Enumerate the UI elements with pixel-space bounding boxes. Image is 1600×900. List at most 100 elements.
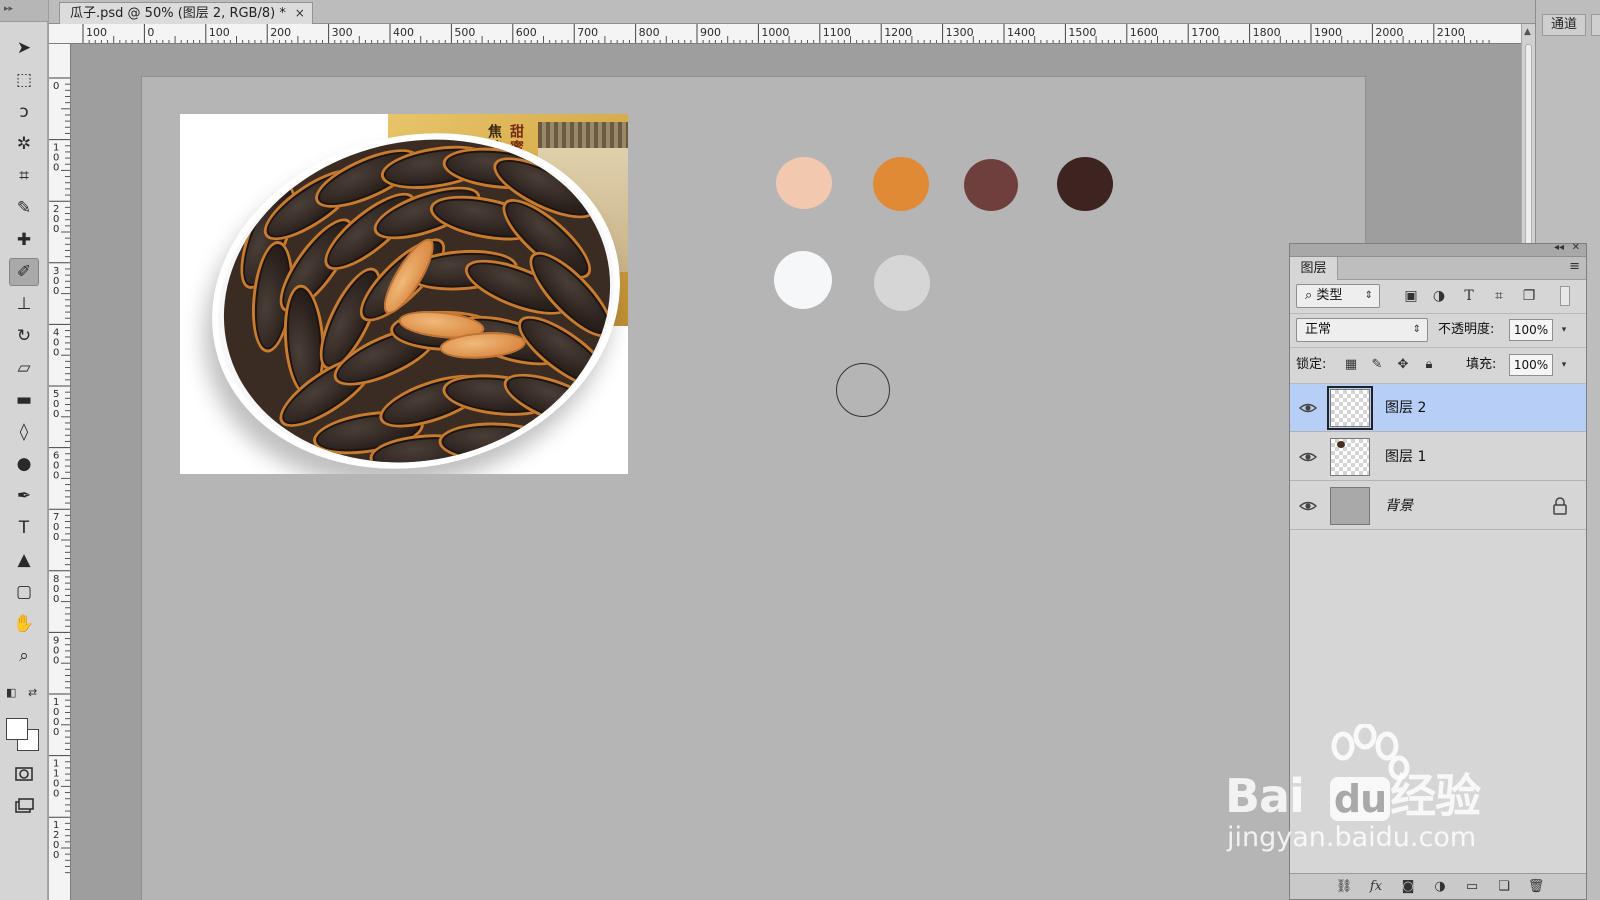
new-group-folder-icon[interactable]: ▭ <box>1462 877 1482 897</box>
layer-thumbnail[interactable] <box>1327 386 1373 430</box>
eye-icon[interactable] <box>1298 398 1318 418</box>
ruler-label: 200 <box>270 26 291 39</box>
ruler-label: 500 <box>53 389 59 420</box>
color-dot-dark-brown <box>1057 157 1113 211</box>
collapse-panel-icon[interactable]: ◂◂ <box>1554 242 1564 253</box>
blend-mode-select[interactable]: 正常 ⇕ <box>1296 318 1428 342</box>
layer-thumbnail[interactable] <box>1330 438 1370 476</box>
filter-pixel-layers-icon[interactable]: ▣ <box>1400 285 1422 307</box>
pen-tool[interactable]: ✒ <box>9 482 39 510</box>
gradient-tool[interactable]: ▬ <box>9 386 39 414</box>
quick-mask-button[interactable] <box>9 760 39 788</box>
healing-brush-tool[interactable]: ✚ <box>9 226 39 254</box>
blur-tool[interactable]: ◊ <box>9 418 39 446</box>
toolbar-grip[interactable]: ▸▸ <box>0 0 48 22</box>
new-layer-icon[interactable]: ❏ <box>1494 877 1514 897</box>
screen-mode-button[interactable] <box>9 792 39 820</box>
panel-tab-bar: 图层 ≡ <box>1290 257 1586 280</box>
layer-row-background[interactable]: 背景 <box>1290 482 1586 530</box>
fill-input[interactable]: 100% <box>1509 354 1553 376</box>
horizontal-ruler[interactable]: 100 0 100 200 300 400 500 600 700 800 900 1000 1100 1… <box>49 24 1535 44</box>
foreground-color-swatch[interactable] <box>6 718 28 740</box>
path-select-tool[interactable]: ▲ <box>9 546 39 574</box>
filter-shape-layers-icon[interactable]: ⌗ <box>1488 285 1510 307</box>
close-panel-icon[interactable]: ✕ <box>1572 242 1580 253</box>
color-dot-white <box>774 251 832 309</box>
vertical-ruler[interactable]: 0 100 200 300 400 500 600 700 800 900 1000 1100 1200 <box>49 44 71 900</box>
lock-row: 锁定: ▦ ✎ ✥ 🔒︎ 填充: 100% ▾ <box>1290 348 1586 384</box>
clone-stamp-tool[interactable]: ⊥ <box>9 290 39 318</box>
layer-row-layer-1[interactable]: 图层 1 <box>1290 433 1586 481</box>
opacity-dropdown-icon[interactable]: ▾ <box>1556 319 1572 341</box>
lasso-tool[interactable]: ↄ <box>9 98 39 126</box>
default-colors-icon[interactable]: ◧ <box>6 686 16 699</box>
layer-style-fx-icon[interactable]: fx <box>1366 877 1386 897</box>
eye-icon[interactable] <box>1298 447 1318 467</box>
document-tab[interactable]: 瓜子.psd @ 50% (图层 2, RGB/8) * × <box>59 2 313 24</box>
crop-tool[interactable]: ⌗ <box>9 162 39 190</box>
hand-tool[interactable]: ✋ <box>9 610 39 638</box>
color-dot-light-gray <box>874 255 930 311</box>
document-canvas[interactable]: 焦糖 甜蜜 <box>142 77 1365 900</box>
hand-icon: ✋ <box>13 613 35 634</box>
lock-label: 锁定: <box>1296 357 1327 372</box>
ruler-label: 1800 <box>1253 26 1281 39</box>
trash-icon[interactable]: 🗑︎ <box>1526 877 1546 897</box>
eraser-tool[interactable]: ▱ <box>9 354 39 382</box>
bandage-icon: ✚ <box>16 229 32 250</box>
marquee-tool[interactable]: ⬚ <box>9 66 39 94</box>
ruler-label: 900 <box>700 26 721 39</box>
move-tool[interactable]: ➤ <box>9 34 39 62</box>
document-tab-bar: 瓜子.psd @ 50% (图层 2, RGB/8) * × <box>49 0 1535 24</box>
shape-tool[interactable]: ▢ <box>9 578 39 606</box>
ruler-label: 600 <box>53 451 59 482</box>
document-tab-title: 瓜子.psd @ 50% (图层 2, RGB/8) * <box>70 6 286 21</box>
layer-row-layer-2[interactable]: 图层 2 <box>1290 384 1586 432</box>
panel-menu-icon[interactable]: ≡ <box>1569 259 1580 274</box>
quick-select-tool[interactable]: ✲ <box>9 130 39 158</box>
layer-name[interactable]: 图层 2 <box>1385 384 1426 432</box>
dodge-tool[interactable]: ● <box>9 450 39 478</box>
dock-grip[interactable] <box>1591 14 1600 36</box>
adjustment-layer-icon[interactable]: ◑ <box>1430 877 1450 897</box>
zoom-tool[interactable]: ⌕ <box>9 642 39 670</box>
ruler-label: 300 <box>332 26 353 39</box>
eye-icon[interactable] <box>1298 496 1318 516</box>
link-layers-icon[interactable]: ⛓︎ <box>1334 877 1354 897</box>
type-tool[interactable]: T <box>9 514 39 542</box>
sunflower-seeds-photo: 焦糖 甜蜜 <box>180 114 628 474</box>
scroll-up-arrow-icon[interactable]: ▲ <box>1524 27 1531 37</box>
lock-position-icon[interactable]: ✥ <box>1394 356 1412 374</box>
blend-mode-value: 正常 <box>1305 322 1332 337</box>
scrollbar-thumb[interactable] <box>1525 44 1532 264</box>
eyedropper-tool[interactable]: ✎ <box>9 194 39 222</box>
quick-mask-icon <box>15 767 33 781</box>
add-mask-icon[interactable]: ◙ <box>1398 877 1418 897</box>
lock-image-pixels-icon[interactable]: ✎ <box>1368 356 1386 374</box>
ruler-label: 1400 <box>1007 26 1035 39</box>
swap-colors-icon[interactable]: ⇄ <box>28 686 37 699</box>
fill-dropdown-icon[interactable]: ▾ <box>1556 354 1572 376</box>
eyedropper-icon: ✎ <box>16 197 32 218</box>
filter-smart-objects-icon[interactable]: ❐ <box>1518 285 1540 307</box>
path-select-icon: ▲ <box>17 549 31 570</box>
panel-titlebar[interactable]: ◂◂ ✕ <box>1290 242 1586 257</box>
channels-tab[interactable]: 通道 <box>1542 14 1586 36</box>
lock-transparent-pixels-icon[interactable]: ▦ <box>1342 356 1360 374</box>
layer-thumbnail[interactable] <box>1330 487 1370 525</box>
filter-adjustment-layers-icon[interactable]: ◑ <box>1428 285 1450 307</box>
layer-name[interactable]: 背景 <box>1385 482 1413 530</box>
opacity-input[interactable]: 100% <box>1509 319 1553 341</box>
collapse-icon[interactable]: ▸▸ <box>4 4 13 14</box>
close-icon[interactable]: × <box>295 3 305 24</box>
brush-tool[interactable]: ✐ <box>9 258 39 286</box>
crop-icon: ⌗ <box>19 165 29 186</box>
filter-type-layers-icon[interactable]: T <box>1458 285 1480 307</box>
lock-all-icon[interactable]: 🔒︎ <box>1420 356 1438 374</box>
tab-layers[interactable]: 图层 <box>1290 257 1338 280</box>
ruler-label: 900 <box>53 635 59 666</box>
filter-kind-select[interactable]: ⌕ 类型 ⇕ <box>1296 284 1380 308</box>
layer-name[interactable]: 图层 1 <box>1385 433 1426 481</box>
filter-toggle-switch[interactable] <box>1560 286 1570 306</box>
history-brush-tool[interactable]: ↻ <box>9 322 39 350</box>
